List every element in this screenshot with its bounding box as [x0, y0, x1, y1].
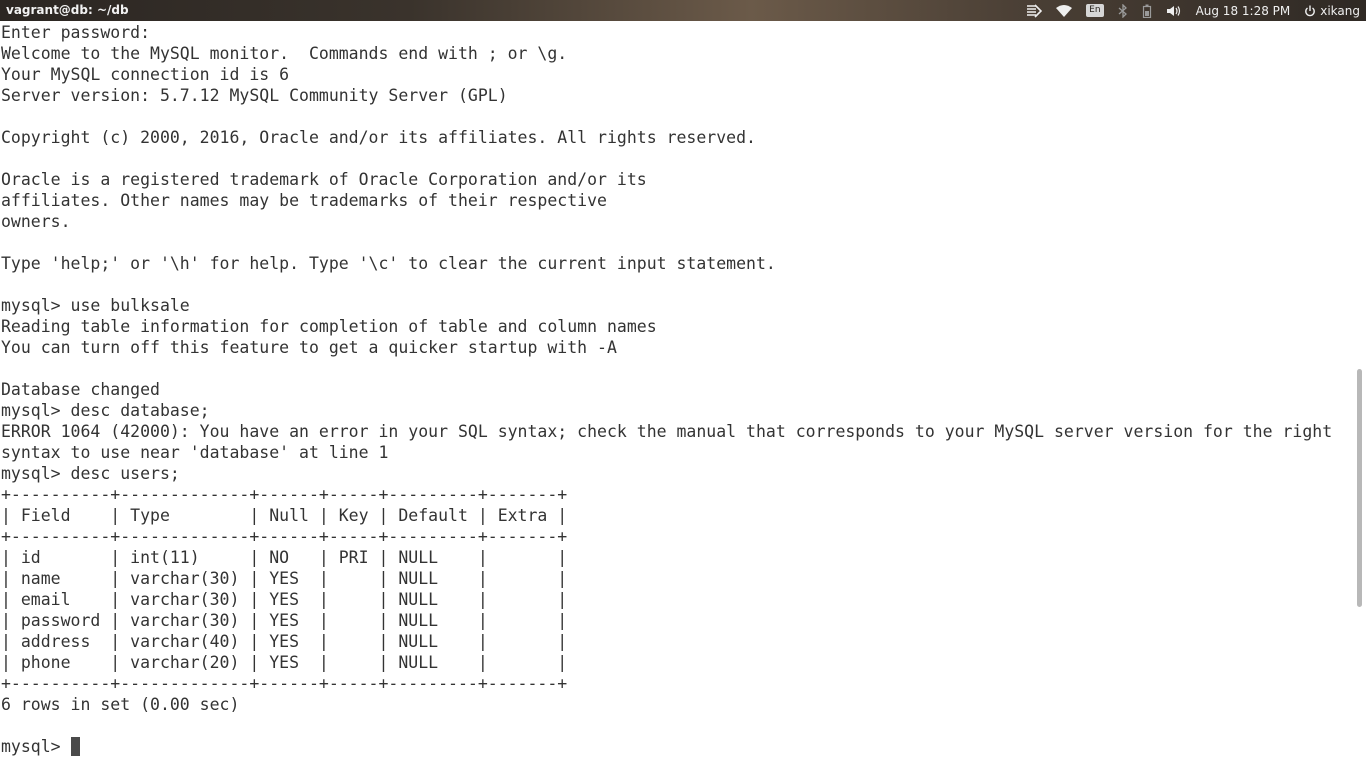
- table-row: | email | varchar(30) | YES | | NULL | |: [1, 590, 568, 609]
- terminal-window[interactable]: Enter password: Welcome to the MySQL moni…: [0, 21, 1352, 768]
- terminal-line: mysql> desc database;: [1, 401, 210, 420]
- terminal-line: Reading table information for completion…: [1, 317, 657, 336]
- power-icon: [1304, 5, 1316, 17]
- prompt-label: mysql>: [1, 737, 71, 756]
- keyboard-layout-icon[interactable]: En: [1086, 4, 1104, 17]
- volume-icon[interactable]: [1166, 5, 1182, 17]
- battery-icon[interactable]: [1142, 4, 1152, 18]
- terminal-output: Enter password: Welcome to the MySQL moni…: [0, 21, 1352, 757]
- terminal-line: Oracle is a registered trademark of Orac…: [1, 170, 647, 189]
- command-prompt-line[interactable]: mysql>: [1, 736, 1352, 757]
- keyboard-layout-label: En: [1086, 4, 1104, 17]
- terminal-line: Type 'help;' or '\h' for help. Type '\c'…: [1, 254, 776, 273]
- wifi-icon[interactable]: [1056, 4, 1073, 17]
- bluetooth-icon[interactable]: [1118, 3, 1128, 18]
- terminal-scrollbar[interactable]: [1352, 21, 1366, 768]
- terminal-line: Your MySQL connection id is 6: [1, 65, 290, 84]
- table-row: | password | varchar(30) | YES | | NULL …: [1, 611, 568, 630]
- table-border: +----------+-------------+------+-----+-…: [1, 674, 568, 693]
- window-title: vagrant@db: ~/db: [6, 3, 129, 17]
- terminal-line: mysql> use bulksale: [1, 296, 190, 315]
- terminal-line: affiliates. Other names may be trademark…: [1, 191, 607, 210]
- network-icon[interactable]: [1026, 3, 1043, 18]
- table-row: | address | varchar(40) | YES | | NULL |…: [1, 632, 568, 651]
- table-row: | name | varchar(30) | YES | | NULL | |: [1, 569, 568, 588]
- terminal-line: mysql> desc users;: [1, 464, 180, 483]
- table-header: | Field | Type | Null | Key | Default | …: [1, 506, 568, 525]
- terminal-line: owners.: [1, 212, 71, 231]
- terminal-line: ERROR 1064 (42000): You have an error in…: [1, 422, 1333, 441]
- table-row: | id | int(11) | NO | PRI | NULL | |: [1, 548, 568, 567]
- terminal-line: Enter password:: [1, 23, 151, 42]
- terminal-line: syntax to use near 'database' at line 1: [1, 443, 389, 462]
- terminal-line: Server version: 5.7.12 MySQL Community S…: [1, 86, 508, 105]
- session-menu[interactable]: xikang: [1304, 4, 1360, 18]
- user-name: xikang: [1320, 3, 1360, 18]
- indicator-area: En Aug 18 1:28 PM xikang: [1012, 0, 1360, 21]
- terminal-line: Welcome to the MySQL monitor. Commands e…: [1, 44, 568, 63]
- terminal-line: You can turn off this feature to get a q…: [1, 338, 617, 357]
- text-cursor: [70, 737, 80, 756]
- datetime-indicator[interactable]: Aug 18 1:28 PM: [1196, 4, 1291, 18]
- table-border: +----------+-------------+------+-----+-…: [1, 527, 568, 546]
- terminal-line: Copyright (c) 2000, 2016, Oracle and/or …: [1, 128, 756, 147]
- terminal-line: Database changed: [1, 380, 160, 399]
- terminal-line: 6 rows in set (0.00 sec): [1, 695, 240, 714]
- scrollbar-thumb[interactable]: [1357, 369, 1362, 607]
- table-border: +----------+-------------+------+-----+-…: [1, 485, 568, 504]
- table-row: | phone | varchar(20) | YES | | NULL | |: [1, 653, 568, 672]
- top-panel: vagrant@db: ~/db En Aug 18 1:28 PM xikan…: [0, 0, 1366, 21]
